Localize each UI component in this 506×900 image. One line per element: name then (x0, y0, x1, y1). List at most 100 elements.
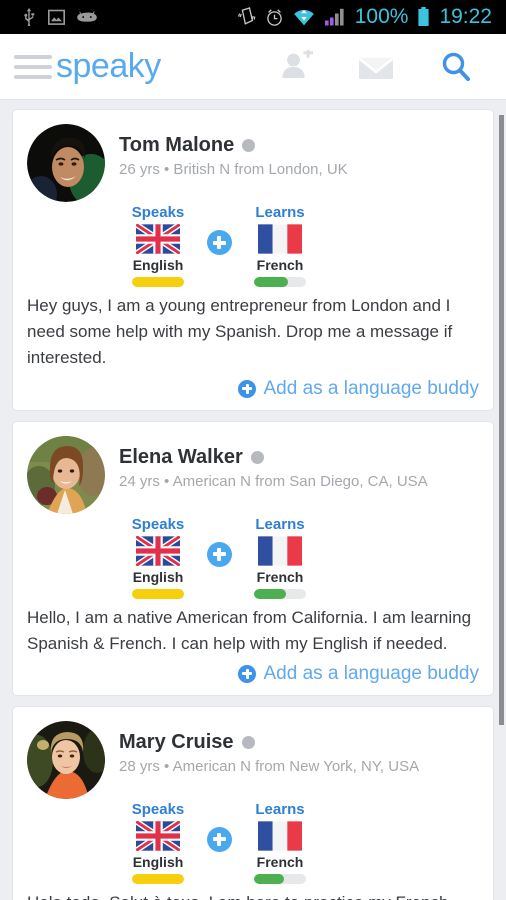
status-bar-left-icons (8, 8, 97, 26)
status-bar-clock: 19:22 (439, 5, 492, 28)
profile-name-row: Elena Walker (119, 446, 479, 469)
france-flag (258, 821, 302, 851)
profile-bio: Hola todo, Salut à tous, I am here to pr… (27, 890, 479, 900)
profile-card[interactable]: Tom Malone 26 yrs • British N from Londo… (12, 109, 494, 411)
avatar-image (27, 435, 105, 514)
status-badge (242, 139, 256, 152)
status-bar-right-icons: 100% 19:22 (237, 5, 498, 29)
uk-flag (136, 224, 180, 254)
plus-separator (197, 826, 241, 858)
mail-icon (358, 57, 394, 79)
scrollbar-thumb[interactable] (499, 115, 504, 725)
speaks-column: Speaks English (119, 801, 197, 884)
avatar-elena-walker[interactable] (27, 435, 105, 514)
profile-card-header: Elena Walker 24 yrs • American N from Sa… (27, 435, 479, 514)
profile-meta: 24 yrs • American N from San Diego, CA, … (119, 472, 428, 490)
search-button[interactable] (424, 34, 488, 100)
hamburger-bar (14, 64, 52, 69)
profile-bio: Hello, I am a native American from Calif… (27, 607, 472, 653)
profile-identity: Mary Cruise 28 yrs • American N from New… (119, 721, 479, 775)
vibrate-icon (237, 7, 256, 25)
speaks-column: Speaks English (119, 516, 197, 599)
profile-card[interactable]: Elena Walker 24 yrs • American N from Sa… (12, 420, 494, 696)
speaks-column: Speaks English (119, 204, 197, 287)
wifi-icon (293, 9, 314, 26)
battery-full-icon (418, 7, 430, 26)
france-flag (258, 535, 302, 566)
language-row: Speaks English Learns French (119, 801, 479, 884)
vertical-scrollbar[interactable] (499, 100, 505, 900)
battery-percent-label: 100% (354, 5, 409, 28)
buddy-action-row: Add as a language buddy (27, 663, 479, 685)
learns-language: French (256, 853, 304, 870)
uk-flag (136, 820, 180, 851)
buddy-action-row: Add as a language buddy (27, 378, 479, 400)
messages-button[interactable] (344, 34, 408, 100)
add-friend-button[interactable] (266, 34, 330, 100)
profile-card[interactable]: Mary Cruise 28 yrs • American N from New… (12, 705, 494, 900)
speaks-level-track (132, 588, 184, 599)
profile-meta: 28 yrs • American N from New York, NY, U… (119, 757, 420, 775)
profile-name-row: Mary Cruise (119, 731, 479, 754)
avatar-mary-cruise[interactable] (27, 720, 105, 799)
speaks-heading: Speaks (131, 515, 185, 533)
plus-icon (206, 826, 232, 852)
learns-heading: Learns (255, 204, 305, 221)
speaks-level-fill (132, 277, 184, 287)
hamburger-bar (14, 54, 52, 59)
add-language-buddy-button[interactable]: Add as a language buddy (238, 663, 479, 685)
header-actions (266, 34, 506, 100)
profile-identity: Tom Malone 26 yrs • British N from Londo… (119, 124, 479, 178)
speaks-language: English (132, 257, 184, 273)
learns-language: French (256, 568, 304, 585)
learns-level-fill (254, 277, 289, 287)
learns-level-track (254, 277, 306, 287)
learns-column: Learns French (241, 516, 319, 599)
france-flag (258, 224, 302, 254)
plus-icon (206, 230, 232, 255)
usb-icon (24, 8, 35, 26)
speaks-heading: Speaks (131, 204, 185, 221)
add-language-buddy-label: Add as a language buddy (263, 662, 479, 684)
profile-feed[interactable]: Tom Malone 26 yrs • British N from Londo… (0, 100, 506, 900)
alarm-icon (266, 8, 282, 26)
hamburger-bar (14, 74, 52, 79)
profile-card-header: Mary Cruise 28 yrs • American N from New… (27, 720, 479, 799)
learns-level-track (254, 873, 306, 884)
avatar-tom-malone[interactable] (27, 124, 105, 202)
learns-level-fill (254, 873, 285, 884)
profile-bio: Hey guys, I am a young entrepreneur from… (27, 296, 453, 368)
profile-name-row: Tom Malone (119, 134, 479, 157)
profile-card-header: Tom Malone 26 yrs • British N from Londo… (27, 124, 479, 202)
speaks-level-track (132, 873, 184, 884)
status-badge (241, 735, 255, 749)
app-header: speaky (0, 34, 506, 100)
add-language-buddy-label: Add as a language buddy (263, 377, 479, 399)
image-icon (48, 9, 65, 25)
profile-name: Elena Walker (119, 445, 243, 468)
hamburger-menu-icon[interactable] (14, 52, 52, 82)
speaks-level-track (132, 277, 184, 287)
app-brand-title: speaky (56, 47, 161, 85)
language-row: Speaks English Learns French (119, 516, 479, 599)
status-badge (250, 450, 264, 464)
speaks-level-fill (132, 873, 184, 884)
add-language-buddy-button[interactable]: Add as a language buddy (238, 378, 479, 400)
speaks-language: English (132, 853, 184, 870)
learns-level-track (254, 588, 306, 599)
learns-heading: Learns (255, 800, 305, 818)
learns-language: French (256, 257, 304, 273)
learns-heading: Learns (255, 515, 305, 533)
speaks-heading: Speaks (131, 800, 185, 818)
plus-separator (197, 230, 241, 261)
signal-icon (324, 8, 344, 26)
language-row: Speaks English Learns French (119, 204, 479, 287)
search-icon (442, 52, 470, 81)
plus-circle-icon (238, 664, 257, 683)
profile-meta: 26 yrs • British N from London, UK (119, 161, 348, 178)
profile-name: Tom Malone (119, 134, 235, 156)
plus-icon (206, 541, 232, 567)
add-friend-icon (282, 49, 313, 78)
android-icon (77, 11, 97, 22)
learns-level-fill (254, 588, 287, 599)
